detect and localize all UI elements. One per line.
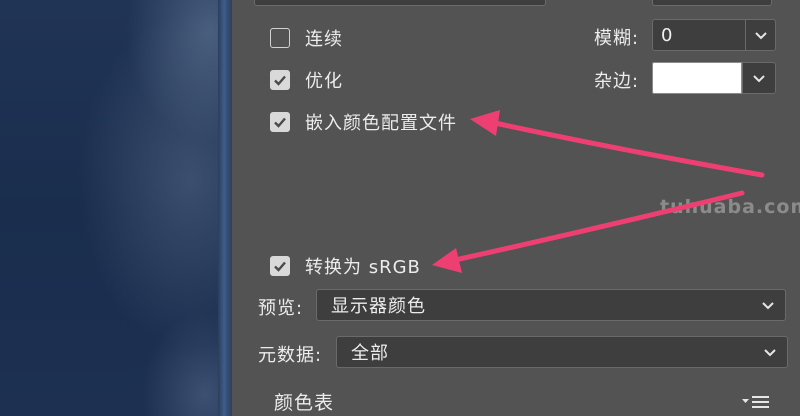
optimize-label: 优化 (305, 71, 343, 92)
continuous-label: 连续 (305, 29, 343, 50)
format-select-partial[interactable] (254, 0, 546, 6)
continuous-option[interactable]: 连续 (270, 25, 343, 51)
chevron-down-icon (762, 302, 774, 310)
preview-label: 预览: (258, 298, 304, 319)
canvas-image (0, 0, 232, 416)
blur-label: 模糊: (594, 28, 640, 49)
metadata-label: 元数据: (258, 345, 323, 366)
chevron-down-icon (753, 75, 765, 83)
optimize-option[interactable]: 优化 (270, 67, 343, 93)
matte-dropdown-button[interactable] (742, 62, 776, 94)
convert-srgb-option[interactable]: 转换为 sRGB (270, 253, 421, 279)
color-table-title: 颜色表 (274, 392, 335, 414)
chevron-down-icon (764, 349, 776, 357)
panel-menu-icon[interactable] (742, 394, 770, 410)
embed-profile-label: 嵌入颜色配置文件 (305, 113, 457, 134)
chevron-down-icon (754, 32, 767, 40)
preview-dropdown-arrow[interactable] (751, 300, 785, 310)
checkmark-icon (274, 75, 286, 86)
optimize-checkbox[interactable] (270, 70, 290, 90)
screenshot: 连续 模糊: 0 优化 杂边: 嵌入颜色配置文件 转换为 sRGB 预览: 显示… (0, 0, 800, 416)
quality-field-partial[interactable] (652, 0, 772, 6)
matte-label: 杂边: (594, 71, 640, 92)
blur-field[interactable]: 0 (652, 19, 776, 51)
metadata-value: 全部 (351, 343, 389, 364)
metadata-dropdown-arrow[interactable] (753, 347, 787, 357)
blur-value[interactable]: 0 (653, 25, 745, 46)
watermark-text: tuhuaba.com (660, 196, 800, 218)
convert-srgb-checkbox[interactable] (270, 256, 290, 276)
checkmark-icon (274, 117, 286, 128)
panel-divider (218, 0, 232, 416)
embed-profile-checkbox[interactable] (270, 112, 290, 132)
metadata-select[interactable]: 全部 (336, 336, 788, 368)
continuous-checkbox[interactable] (270, 28, 290, 48)
convert-srgb-label: 转换为 sRGB (305, 257, 421, 278)
embed-profile-option[interactable]: 嵌入颜色配置文件 (270, 109, 457, 135)
checkmark-icon (274, 261, 286, 272)
preview-value: 显示器颜色 (331, 296, 426, 317)
preview-select[interactable]: 显示器颜色 (316, 289, 786, 321)
blur-dropdown-button[interactable] (745, 20, 775, 50)
matte-color-swatch[interactable] (652, 62, 742, 94)
